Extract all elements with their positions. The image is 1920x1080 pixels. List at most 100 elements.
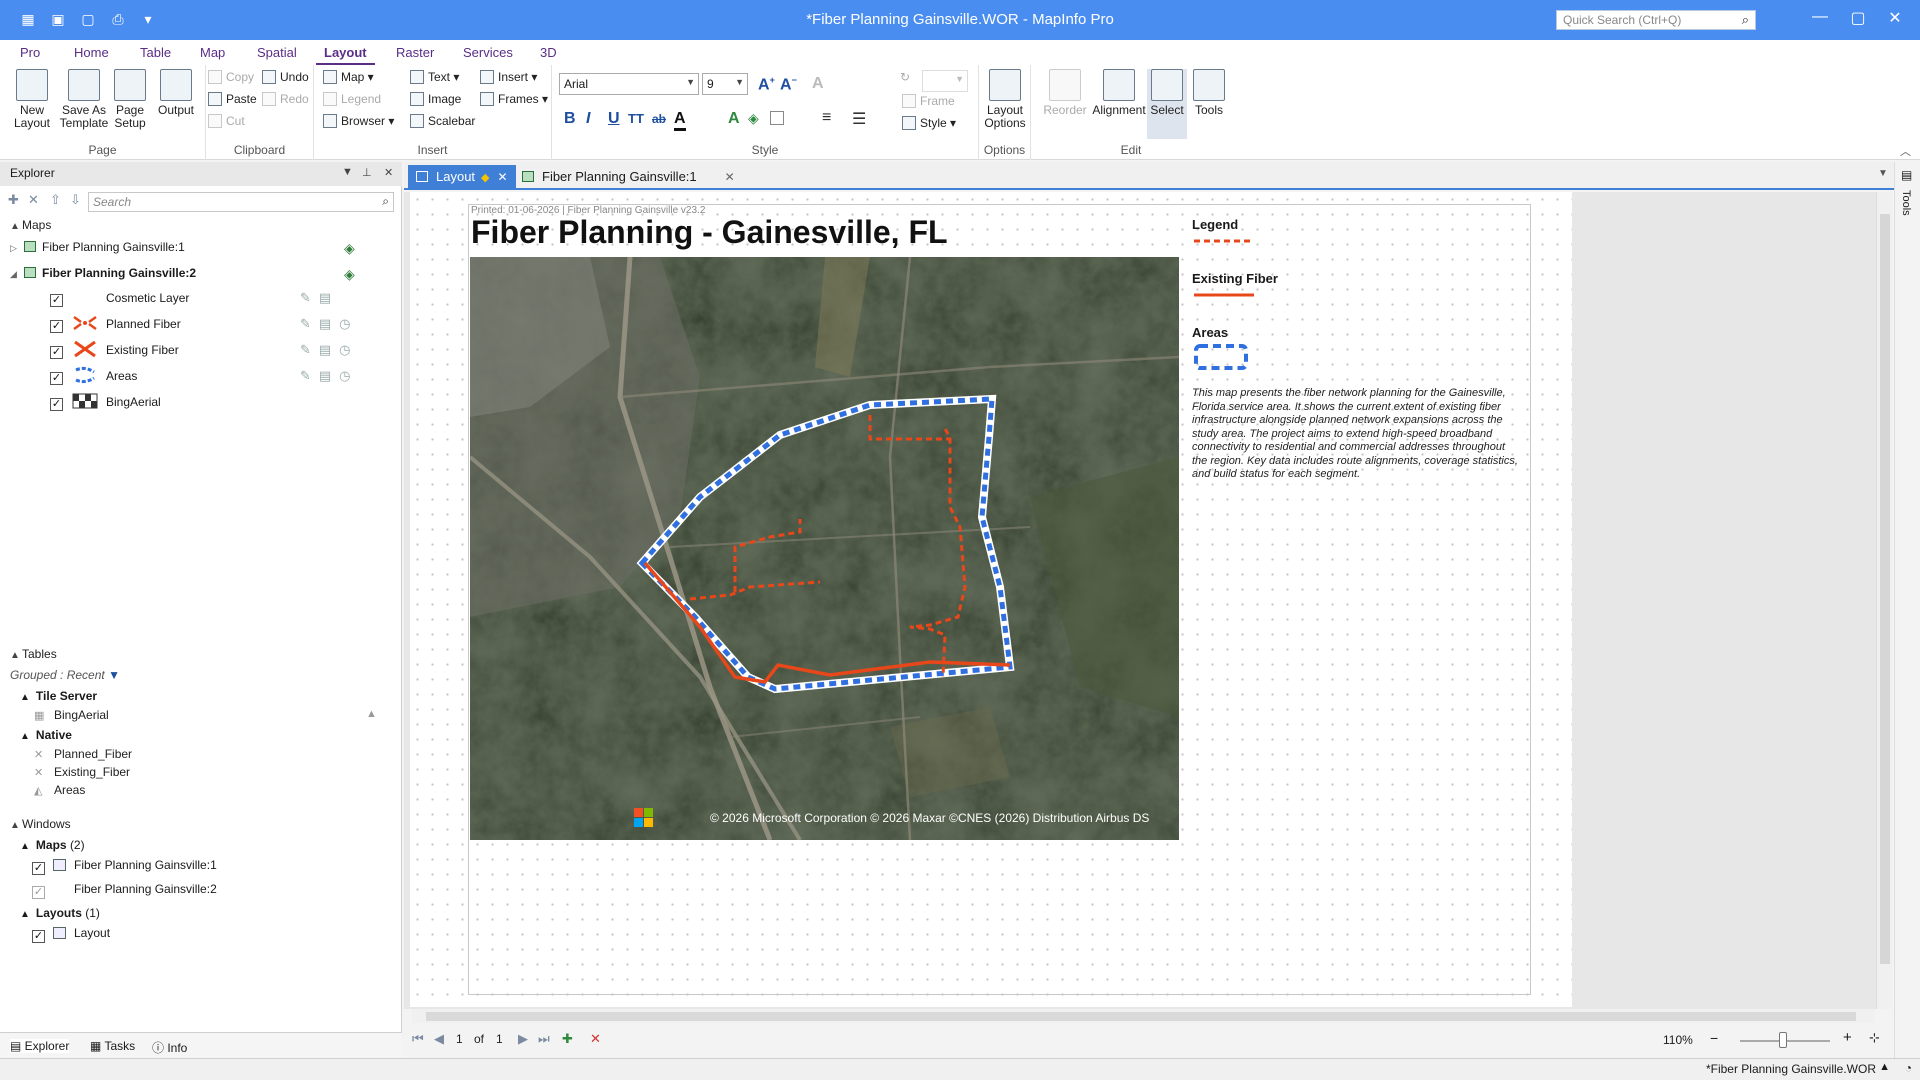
frames-button[interactable]: Frames ▾ bbox=[480, 92, 548, 106]
zoom-slider-thumb[interactable] bbox=[1779, 1032, 1787, 1048]
rotation-select[interactable]: ▼ bbox=[922, 70, 968, 92]
browser-insert-button[interactable]: Browser ▾ bbox=[323, 114, 394, 128]
increase-font-icon[interactable]: A+ bbox=[758, 75, 775, 94]
layer-visibility-checkbox[interactable]: ✓ bbox=[50, 320, 63, 333]
decrease-font-icon[interactable]: A− bbox=[780, 75, 797, 94]
minimize-button[interactable]: — bbox=[1805, 8, 1835, 26]
tab-pro[interactable]: Pro bbox=[12, 40, 48, 65]
map-item-active[interactable]: ◢ Fiber Planning Gainsville:2 ◈ bbox=[10, 266, 355, 282]
remove-icon[interactable]: ✕ bbox=[28, 192, 39, 208]
first-page-icon[interactable]: ⏮ bbox=[412, 1031, 424, 1047]
layer-visibility-checkbox[interactable]: ✓ bbox=[50, 372, 63, 385]
underline-icon[interactable]: U bbox=[608, 110, 620, 128]
panel-close-icon[interactable]: ✕ bbox=[384, 166, 393, 179]
undo-button[interactable]: Undo bbox=[262, 70, 309, 84]
text-effect-icon[interactable]: A bbox=[728, 110, 740, 128]
tools-panel-icon[interactable]: ▤ bbox=[1901, 168, 1912, 182]
allcaps-icon[interactable]: TT bbox=[628, 111, 644, 126]
italic-icon[interactable]: I bbox=[586, 110, 590, 128]
layer-actions[interactable]: ✎▤ bbox=[300, 290, 339, 306]
zoom-in-icon[interactable]: + bbox=[1843, 1029, 1852, 1046]
table-item[interactable]: ◭ Areas bbox=[34, 783, 85, 797]
map-insert-button[interactable]: Map ▾ bbox=[323, 70, 374, 84]
layer-visibility-checkbox[interactable]: ✓ bbox=[50, 294, 63, 307]
scroll-thumb[interactable] bbox=[426, 1012, 1856, 1021]
zoom-to-fit-icon[interactable]: ⊹ bbox=[1869, 1030, 1880, 1046]
copy-button[interactable]: Copy bbox=[208, 70, 254, 84]
tab-explorer[interactable]: ▤ Explorer bbox=[10, 1039, 70, 1053]
tools-button[interactable]: Tools bbox=[1189, 69, 1229, 117]
collapse-ribbon-icon[interactable]: ︿ bbox=[1900, 143, 1911, 159]
scroll-thumb[interactable] bbox=[1880, 214, 1890, 964]
bold-icon[interactable]: B bbox=[564, 110, 576, 128]
last-page-icon[interactable]: ⏭ bbox=[538, 1031, 550, 1047]
frame-button[interactable]: Frame bbox=[902, 94, 955, 108]
paste-button[interactable]: Paste bbox=[208, 92, 257, 106]
strikethrough-icon[interactable]: ab bbox=[652, 112, 666, 126]
output-button[interactable]: Output bbox=[150, 69, 202, 117]
font-size-select[interactable]: 9 ▼ bbox=[702, 73, 748, 95]
add-icon[interactable]: ✚ bbox=[8, 192, 19, 208]
tab-raster[interactable]: Raster bbox=[388, 40, 442, 65]
notification-icon[interactable]: ◔ bbox=[1905, 1061, 1912, 1075]
map-title-text[interactable]: Fiber Planning - Gainesville, FL bbox=[471, 214, 948, 251]
cut-button[interactable]: Cut bbox=[208, 114, 245, 128]
align-text-icon[interactable]: ≡ bbox=[822, 109, 831, 127]
tab-home[interactable]: Home bbox=[66, 40, 117, 65]
tab-map-document[interactable]: Fiber Planning Gainsville:1 ✕ bbox=[514, 165, 743, 189]
layer-row[interactable]: ✓ Existing Fiber ✎▤◷ bbox=[50, 340, 351, 362]
window-layouts-group[interactable]: ▲ Layouts (1) bbox=[20, 906, 100, 920]
tab-tasks[interactable]: ▦ Tasks bbox=[90, 1039, 135, 1053]
quick-search-input[interactable]: Quick Search (Ctrl+Q) ⌕ bbox=[1556, 10, 1756, 30]
legend-insert-button[interactable]: Legend bbox=[323, 92, 381, 106]
clear-format-icon[interactable]: A bbox=[812, 75, 824, 93]
close-button[interactable]: ✕ bbox=[1880, 8, 1910, 28]
add-layer-icon[interactable]: ◈ bbox=[344, 240, 355, 257]
map-frame[interactable]: © 2026 Microsoft Corporation © 2026 Maxa… bbox=[470, 257, 1179, 840]
insert-dropdown-button[interactable]: Insert ▾ bbox=[480, 70, 537, 84]
explorer-search-input[interactable]: Search ⌕ bbox=[88, 192, 394, 212]
native-group[interactable]: ▲ Native bbox=[20, 728, 72, 742]
select-button[interactable]: Select bbox=[1147, 69, 1187, 139]
save-as-template-button[interactable]: Save As Template bbox=[58, 69, 110, 130]
pin-icon[interactable]: ⊥ bbox=[362, 166, 372, 179]
layer-visibility-checkbox[interactable]: ✓ bbox=[50, 398, 63, 411]
move-up-icon[interactable]: ⇧ bbox=[50, 192, 61, 208]
tile-server-group[interactable]: ▲ Tile Server bbox=[20, 689, 97, 703]
font-color-icon[interactable]: A bbox=[674, 110, 686, 131]
font-name-select[interactable]: Arial ▼ bbox=[559, 73, 699, 95]
next-page-icon[interactable]: ▶ bbox=[518, 1031, 528, 1047]
zoom-out-icon[interactable]: − bbox=[1710, 1030, 1718, 1046]
maps-section-header[interactable]: ▲ Maps bbox=[10, 218, 51, 232]
layer-row[interactable]: ✓ BingAerial bbox=[50, 393, 161, 414]
tab-3d[interactable]: 3D bbox=[532, 40, 565, 65]
tab-map[interactable]: Map bbox=[192, 40, 233, 65]
style-button[interactable]: Style ▾ bbox=[902, 116, 956, 130]
layer-visibility-checkbox[interactable]: ✓ bbox=[50, 346, 63, 359]
window-item[interactable]: ✓ Fiber Planning Gainsville:2 bbox=[32, 882, 217, 899]
delete-page-icon[interactable]: ✕ bbox=[590, 1031, 601, 1047]
alignment-button[interactable]: Alignment bbox=[1089, 69, 1149, 117]
tab-layout[interactable]: Layout bbox=[316, 40, 375, 65]
text-insert-button[interactable]: Text ▾ bbox=[410, 70, 459, 84]
vertical-scrollbar[interactable] bbox=[1876, 192, 1892, 1009]
status-expand-icon[interactable]: ▲ bbox=[1879, 1061, 1890, 1073]
close-tab-icon[interactable]: ✕ bbox=[498, 170, 508, 184]
layer-actions[interactable]: ✎▤◷ bbox=[300, 316, 359, 332]
windows-section-header[interactable]: ▲ Windows bbox=[10, 817, 71, 831]
window-item[interactable]: ✓ Layout bbox=[32, 926, 110, 943]
window-item[interactable]: ✓ Fiber Planning Gainsville:1 bbox=[32, 858, 217, 875]
layer-row[interactable]: ✓ Planned Fiber ✎▤◷ bbox=[50, 315, 351, 336]
layout-canvas[interactable]: Printed: 01-06-2026 | Fiber Planning Gai… bbox=[404, 192, 1879, 1009]
previous-page-icon[interactable]: ◀ bbox=[434, 1031, 444, 1047]
tab-list-icon[interactable]: ▼ bbox=[1878, 168, 1888, 179]
layout-options-button[interactable]: Layout Options bbox=[979, 69, 1031, 130]
layer-actions[interactable]: ✎▤◷ bbox=[300, 342, 359, 358]
move-down-icon[interactable]: ⇩ bbox=[70, 192, 81, 208]
new-layout-button[interactable]: New Layout bbox=[6, 69, 58, 130]
add-layer-icon[interactable]: ◈ bbox=[344, 266, 355, 283]
image-insert-button[interactable]: Image bbox=[410, 92, 461, 106]
tables-section-header[interactable]: ▲ Tables bbox=[10, 647, 57, 661]
zoom-level[interactable]: 110% bbox=[1663, 1033, 1693, 1047]
map-item[interactable]: ▷ Fiber Planning Gainsville:1 ◈ bbox=[10, 240, 355, 256]
